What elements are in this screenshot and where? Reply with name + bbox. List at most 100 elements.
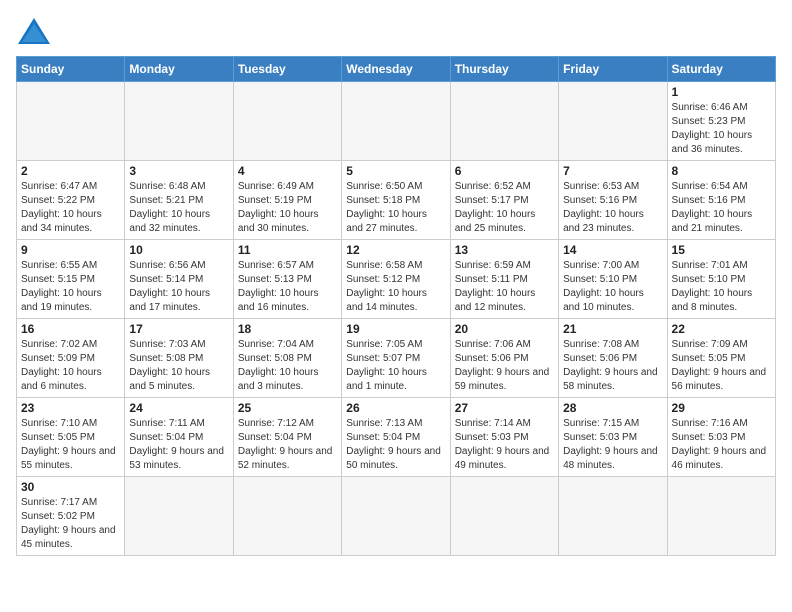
day-info: Sunrise: 7:05 AM Sunset: 5:07 PM Dayligh…: [346, 338, 445, 394]
day-number: 16: [21, 322, 120, 336]
day-info: Sunrise: 7:02 AM Sunset: 5:09 PM Dayligh…: [21, 338, 120, 394]
day-number: 27: [455, 401, 554, 415]
day-number: 10: [129, 243, 228, 257]
week-row-2: 2Sunrise: 6:47 AM Sunset: 5:22 PM Daylig…: [17, 161, 776, 240]
day-cell: [342, 477, 450, 556]
day-number: 25: [238, 401, 337, 415]
day-number: 15: [672, 243, 771, 257]
day-cell: 22 Sunrise: 7:09 AM Sunset: 5:05 PM Dayli…: [667, 319, 775, 398]
day-info: Sunrise: 7:12 AM Sunset: 5:04 PM Dayligh…: [238, 417, 337, 473]
day-cell: 15 Sunrise: 7:01 AM Sunset: 5:10 PM Dayli…: [667, 240, 775, 319]
week-row-3: 9 Sunrise: 6:55 AM Sunset: 5:15 PM Daylig…: [17, 240, 776, 319]
day-cell: 28 Sunrise: 7:15 AM Sunset: 5:03 PM Dayli…: [559, 398, 667, 477]
day-number: 30: [21, 480, 120, 494]
day-info: Sunrise: 7:08 AM Sunset: 5:06 PM Dayligh…: [563, 338, 662, 394]
day-cell: 11 Sunrise: 6:57 AM Sunset: 5:13 PM Dayli…: [233, 240, 341, 319]
day-cell: 19Sunrise: 7:05 AM Sunset: 5:07 PM Dayli…: [342, 319, 450, 398]
day-number: 28: [563, 401, 662, 415]
week-row-1: 1 Sunrise: 6:46 AM Sunset: 5:23 PM Daylig…: [17, 82, 776, 161]
day-number: 14: [563, 243, 662, 257]
day-info: Sunrise: 7:04 AM Sunset: 5:08 PM Dayligh…: [238, 338, 337, 394]
weekday-monday: Monday: [125, 57, 233, 82]
day-number: 17: [129, 322, 228, 336]
logo-icon: [16, 16, 52, 46]
day-cell: 5Sunrise: 6:50 AM Sunset: 5:18 PM Daylig…: [342, 161, 450, 240]
day-info: Sunrise: 7:14 AM Sunset: 5:03 PM Dayligh…: [455, 417, 554, 473]
day-info: Sunrise: 6:49 AM Sunset: 5:19 PM Dayligh…: [238, 180, 337, 236]
weekday-saturday: Saturday: [667, 57, 775, 82]
weekday-thursday: Thursday: [450, 57, 558, 82]
day-info: Sunrise: 6:59 AM Sunset: 5:11 PM Dayligh…: [455, 259, 554, 315]
day-info: Sunrise: 7:17 AM Sunset: 5:02 PM Dayligh…: [21, 496, 120, 552]
day-cell: 20 Sunrise: 7:06 AM Sunset: 5:06 PM Dayli…: [450, 319, 558, 398]
day-info: Sunrise: 6:46 AM Sunset: 5:23 PM Dayligh…: [672, 101, 771, 157]
day-number: 29: [672, 401, 771, 415]
day-number: 7: [563, 164, 662, 178]
day-info: Sunrise: 6:58 AM Sunset: 5:12 PM Dayligh…: [346, 259, 445, 315]
day-number: 6: [455, 164, 554, 178]
day-number: 5: [346, 164, 445, 178]
day-cell: [17, 82, 125, 161]
day-cell: [559, 477, 667, 556]
day-number: 1: [672, 85, 771, 99]
calendar-table: SundayMondayTuesdayWednesdayThursdayFrid…: [16, 56, 776, 556]
header: [16, 16, 776, 46]
day-cell: 1 Sunrise: 6:46 AM Sunset: 5:23 PM Daylig…: [667, 82, 775, 161]
day-cell: [342, 82, 450, 161]
day-info: Sunrise: 6:56 AM Sunset: 5:14 PM Dayligh…: [129, 259, 228, 315]
day-cell: 25 Sunrise: 7:12 AM Sunset: 5:04 PM Dayli…: [233, 398, 341, 477]
day-number: 3: [129, 164, 228, 178]
day-cell: 30 Sunrise: 7:17 AM Sunset: 5:02 PM Dayli…: [17, 477, 125, 556]
day-cell: 29 Sunrise: 7:16 AM Sunset: 5:03 PM Dayli…: [667, 398, 775, 477]
day-cell: [125, 477, 233, 556]
day-cell: [450, 477, 558, 556]
day-number: 22: [672, 322, 771, 336]
day-cell: [125, 82, 233, 161]
day-info: Sunrise: 7:16 AM Sunset: 5:03 PM Dayligh…: [672, 417, 771, 473]
day-info: Sunrise: 7:11 AM Sunset: 5:04 PM Dayligh…: [129, 417, 228, 473]
day-cell: 2Sunrise: 6:47 AM Sunset: 5:22 PM Daylig…: [17, 161, 125, 240]
weekday-sunday: Sunday: [17, 57, 125, 82]
week-row-5: 23Sunrise: 7:10 AM Sunset: 5:05 PM Dayli…: [17, 398, 776, 477]
day-info: Sunrise: 7:03 AM Sunset: 5:08 PM Dayligh…: [129, 338, 228, 394]
day-info: Sunrise: 7:15 AM Sunset: 5:03 PM Dayligh…: [563, 417, 662, 473]
weekday-wednesday: Wednesday: [342, 57, 450, 82]
week-row-6: 30 Sunrise: 7:17 AM Sunset: 5:02 PM Dayli…: [17, 477, 776, 556]
weekday-tuesday: Tuesday: [233, 57, 341, 82]
day-cell: 23Sunrise: 7:10 AM Sunset: 5:05 PM Dayli…: [17, 398, 125, 477]
day-info: Sunrise: 7:10 AM Sunset: 5:05 PM Dayligh…: [21, 417, 120, 473]
day-info: Sunrise: 7:01 AM Sunset: 5:10 PM Dayligh…: [672, 259, 771, 315]
day-number: 20: [455, 322, 554, 336]
day-info: Sunrise: 7:00 AM Sunset: 5:10 PM Dayligh…: [563, 259, 662, 315]
day-number: 9: [21, 243, 120, 257]
day-info: Sunrise: 6:54 AM Sunset: 5:16 PM Dayligh…: [672, 180, 771, 236]
day-info: Sunrise: 7:09 AM Sunset: 5:05 PM Dayligh…: [672, 338, 771, 394]
day-number: 2: [21, 164, 120, 178]
day-number: 21: [563, 322, 662, 336]
day-cell: 3 Sunrise: 6:48 AM Sunset: 5:21 PM Daylig…: [125, 161, 233, 240]
day-cell: 12Sunrise: 6:58 AM Sunset: 5:12 PM Dayli…: [342, 240, 450, 319]
day-info: Sunrise: 6:48 AM Sunset: 5:21 PM Dayligh…: [129, 180, 228, 236]
day-cell: 18Sunrise: 7:04 AM Sunset: 5:08 PM Dayli…: [233, 319, 341, 398]
day-cell: 7 Sunrise: 6:53 AM Sunset: 5:16 PM Daylig…: [559, 161, 667, 240]
day-cell: 4 Sunrise: 6:49 AM Sunset: 5:19 PM Daylig…: [233, 161, 341, 240]
day-cell: 10 Sunrise: 6:56 AM Sunset: 5:14 PM Dayli…: [125, 240, 233, 319]
day-cell: 26Sunrise: 7:13 AM Sunset: 5:04 PM Dayli…: [342, 398, 450, 477]
day-cell: 6 Sunrise: 6:52 AM Sunset: 5:17 PM Daylig…: [450, 161, 558, 240]
day-info: Sunrise: 6:57 AM Sunset: 5:13 PM Dayligh…: [238, 259, 337, 315]
day-number: 4: [238, 164, 337, 178]
day-info: Sunrise: 7:06 AM Sunset: 5:06 PM Dayligh…: [455, 338, 554, 394]
page: SundayMondayTuesdayWednesdayThursdayFrid…: [0, 0, 792, 612]
day-cell: 8Sunrise: 6:54 AM Sunset: 5:16 PM Daylig…: [667, 161, 775, 240]
day-number: 11: [238, 243, 337, 257]
day-cell: 24Sunrise: 7:11 AM Sunset: 5:04 PM Dayli…: [125, 398, 233, 477]
day-info: Sunrise: 6:55 AM Sunset: 5:15 PM Dayligh…: [21, 259, 120, 315]
day-cell: 9 Sunrise: 6:55 AM Sunset: 5:15 PM Daylig…: [17, 240, 125, 319]
day-info: Sunrise: 6:53 AM Sunset: 5:16 PM Dayligh…: [563, 180, 662, 236]
day-number: 13: [455, 243, 554, 257]
day-info: Sunrise: 6:52 AM Sunset: 5:17 PM Dayligh…: [455, 180, 554, 236]
week-row-4: 16 Sunrise: 7:02 AM Sunset: 5:09 PM Dayli…: [17, 319, 776, 398]
weekday-friday: Friday: [559, 57, 667, 82]
day-cell: [233, 477, 341, 556]
day-number: 26: [346, 401, 445, 415]
